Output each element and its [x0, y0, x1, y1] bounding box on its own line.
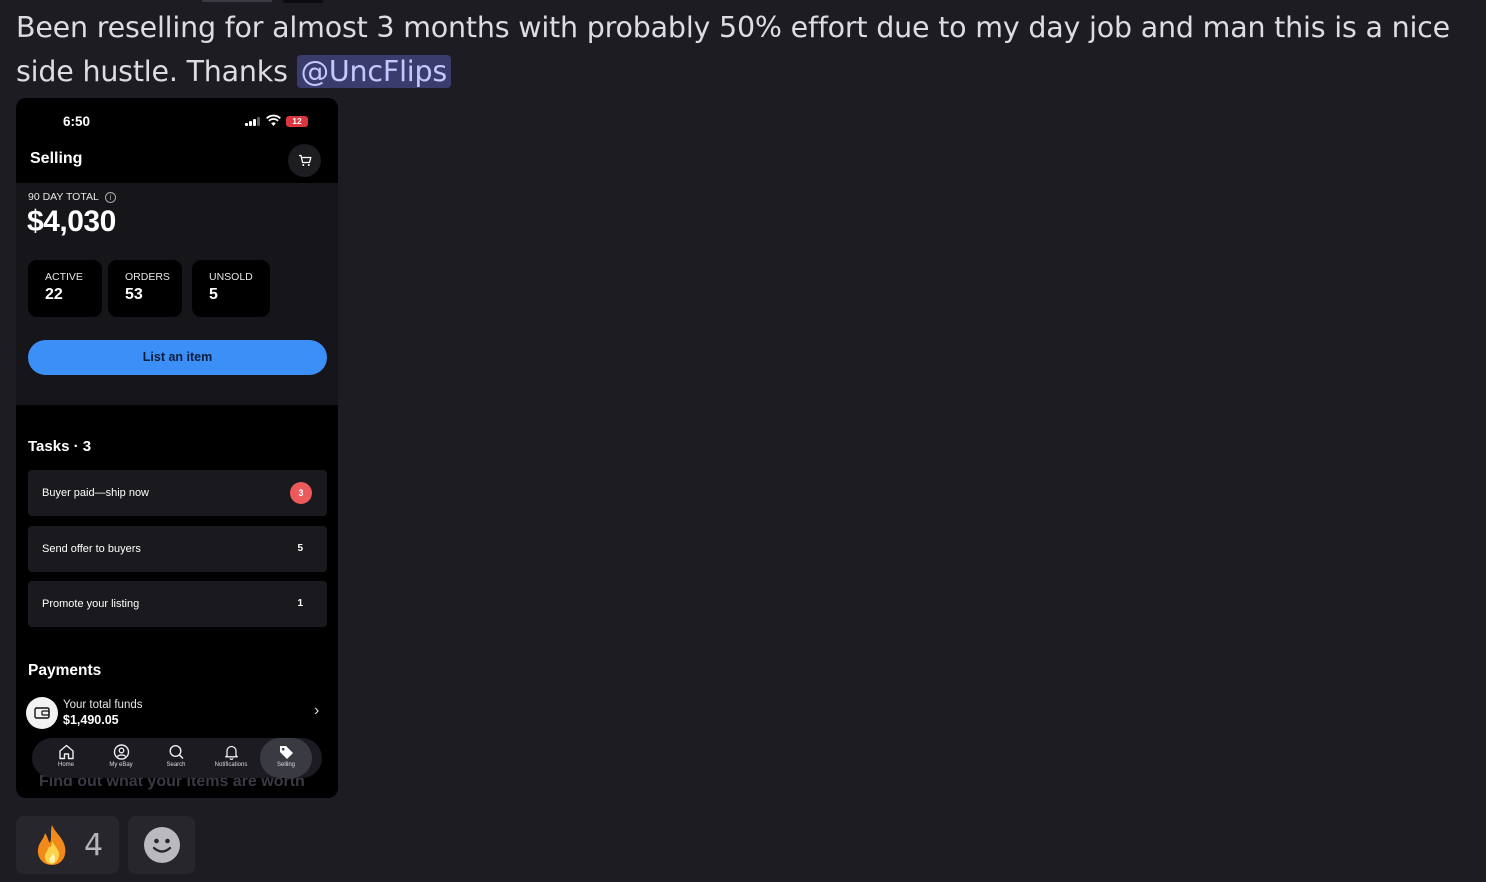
- stat-value: 22: [45, 286, 63, 303]
- bell-icon: [224, 745, 238, 760]
- task-badge: 3: [290, 482, 312, 504]
- payments-title: Payments: [28, 662, 102, 679]
- status-bar: 6:50 12: [16, 98, 338, 142]
- selling-summary: 90 DAY TOTAL i $4,030 ACTIVE 22 ORDERS 5…: [16, 183, 338, 405]
- task-label: Send offer to buyers: [42, 543, 141, 555]
- wallet-icon: [26, 697, 58, 729]
- task-item[interactable]: Buyer paid—ship now 3: [28, 470, 327, 516]
- message-body: Been reselling for almost 3 months with …: [16, 11, 1450, 88]
- total-label-text: 90 DAY TOTAL: [28, 191, 99, 203]
- tab-selling[interactable]: Selling: [260, 738, 312, 778]
- add-reaction-button[interactable]: [128, 816, 195, 874]
- tab-my-ebay[interactable]: My eBay: [95, 738, 147, 778]
- home-icon: [58, 744, 74, 760]
- tab-search[interactable]: Search: [150, 738, 202, 778]
- funds-value: $1,490.05: [63, 713, 119, 727]
- chevron-right-icon[interactable]: ›: [314, 702, 319, 720]
- stat-value: 53: [125, 286, 143, 303]
- top-edge-decoration: [202, 0, 272, 2]
- smiley-icon: [143, 827, 180, 863]
- stat-unsold[interactable]: UNSOLD 5: [192, 260, 270, 317]
- message-text: Been reselling for almost 3 months with …: [16, 6, 1471, 94]
- task-count: 1: [297, 598, 303, 609]
- stat-label: UNSOLD: [209, 271, 253, 283]
- fire-emoji-icon: [37, 825, 66, 865]
- funds-label: Your total funds: [63, 699, 143, 711]
- top-edge-decoration: [283, 0, 323, 3]
- task-label: Promote your listing: [42, 598, 140, 610]
- page-title: Selling: [30, 150, 83, 167]
- search-icon: [168, 744, 184, 760]
- stat-label: ACTIVE: [45, 271, 83, 283]
- info-icon[interactable]: i: [104, 191, 116, 203]
- user-mention[interactable]: @UncFlips: [296, 55, 452, 88]
- signal-icon: [245, 117, 260, 126]
- tab-label: My eBay: [109, 762, 133, 768]
- task-label: Buyer paid—ship now: [42, 487, 150, 499]
- tab-home[interactable]: Home: [40, 738, 92, 778]
- status-time: 6:50: [63, 114, 91, 129]
- stat-label: ORDERS: [125, 271, 170, 283]
- tab-label: Search: [166, 762, 186, 768]
- stat-orders[interactable]: ORDERS 53: [108, 260, 182, 317]
- tasks-title: Tasks · 3: [28, 438, 92, 455]
- cart-button[interactable]: [288, 144, 321, 177]
- task-item[interactable]: Promote your listing 1: [28, 581, 327, 627]
- bottom-tab-bar: Home My eBay Search Notifications Sellin…: [32, 738, 322, 778]
- tag-icon: [279, 746, 293, 759]
- tab-label: Selling: [276, 762, 295, 768]
- attached-screenshot[interactable]: 6:50 12 Selling 90 DAY TOTAL i $4,030 AC…: [16, 98, 338, 798]
- reaction-count: 4: [84, 827, 104, 863]
- tab-label: Home: [57, 762, 74, 768]
- task-count: 5: [297, 543, 303, 554]
- stat-value: 5: [209, 286, 218, 303]
- cart-icon: [298, 154, 311, 166]
- task-item[interactable]: Send offer to buyers 5: [28, 526, 327, 572]
- stat-active[interactable]: ACTIVE 22: [28, 260, 102, 317]
- total-amount: $4,030: [27, 205, 116, 238]
- user-circle-icon: [113, 744, 129, 760]
- tab-notifications[interactable]: Notifications: [205, 738, 257, 778]
- tab-label: Notifications: [214, 762, 248, 768]
- list-item-button[interactable]: List an item: [28, 340, 327, 375]
- total-label: 90 DAY TOTAL i: [28, 191, 116, 203]
- battery-icon: 12: [286, 116, 308, 127]
- wifi-icon: [266, 114, 281, 126]
- reaction-fire[interactable]: 4: [16, 816, 119, 874]
